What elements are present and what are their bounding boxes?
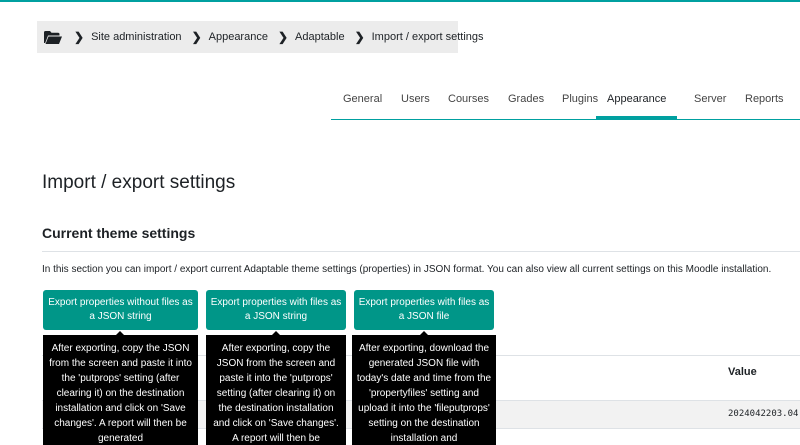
tab-general[interactable]: General — [343, 90, 382, 119]
breadcrumb-site-administration[interactable]: Site administration — [91, 31, 182, 43]
tab-users[interactable]: Users — [401, 90, 430, 119]
chevron-right-icon: ❯ — [354, 30, 365, 44]
page-title: Import / export settings — [42, 172, 236, 193]
tab-server[interactable]: Server — [694, 90, 726, 119]
tooltip-export-with-files-file: After exporting, download the generated … — [352, 335, 496, 445]
breadcrumb-adaptable[interactable]: Adaptable — [295, 31, 345, 43]
section-title: Current theme settings — [42, 225, 196, 241]
top-accent-line — [0, 0, 800, 2]
chevron-right-icon: ❯ — [277, 30, 289, 44]
tab-reports[interactable]: Reports — [745, 90, 784, 119]
export-with-files-string-button[interactable]: Export properties with files as a JSON s… — [206, 290, 346, 330]
folder-icon[interactable] — [44, 30, 62, 44]
chevron-right-icon: ❯ — [191, 30, 202, 44]
breadcrumb-appearance[interactable]: Appearance — [209, 31, 268, 43]
table-header-value: Value — [728, 366, 757, 378]
chevron-right-icon: ❯ — [74, 30, 85, 44]
export-with-files-file-button[interactable]: Export properties with files as a JSON f… — [354, 290, 494, 330]
table-cell-value: 2024042203.04 — [728, 409, 799, 419]
tooltip-export-without-files-string: After exporting, copy the JSON from the … — [43, 335, 198, 445]
export-without-files-string-button[interactable]: Export properties without files as a JSO… — [43, 290, 198, 330]
intro-text: In this section you can import / export … — [42, 264, 772, 275]
admin-nav-tabs: General Users Courses Grades Plugins App… — [331, 90, 800, 120]
tab-courses[interactable]: Courses — [448, 90, 489, 119]
tab-appearance[interactable]: Appearance — [596, 90, 678, 119]
tab-grades[interactable]: Grades — [508, 90, 544, 119]
tab-plugins[interactable]: Plugins — [562, 90, 598, 119]
divider — [42, 251, 800, 252]
breadcrumb: ❯ Site administration ❯ Appearance ❯ Ada… — [37, 21, 484, 53]
tooltip-export-with-files-string: After exporting, copy the JSON from the … — [206, 335, 346, 445]
breadcrumb-import-export-settings: Import / export settings — [371, 31, 484, 43]
